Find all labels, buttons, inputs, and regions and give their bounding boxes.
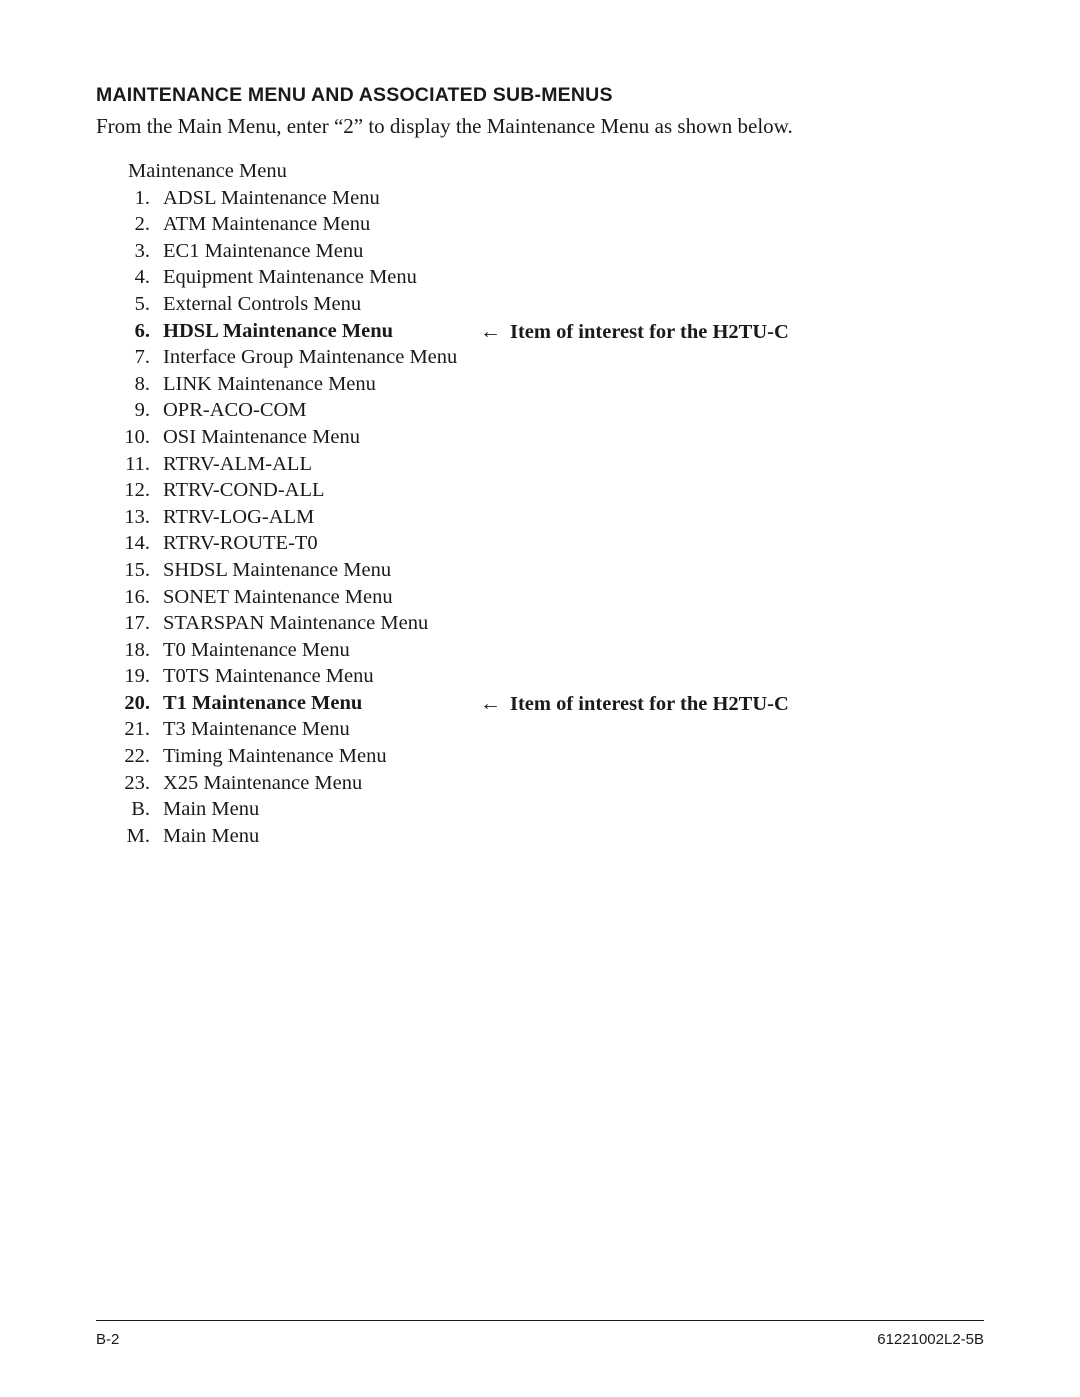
menu-item[interactable]: 20. T1 Maintenance Menu ← Item of interest … [0, 690, 1080, 717]
menu-item[interactable]: 17. STARSPAN Maintenance Menu [0, 610, 1080, 637]
footer-document-number: 61221002L2-5B [877, 1331, 984, 1348]
footer-divider [96, 1320, 984, 1321]
menu-item-number: 12. [124, 479, 150, 502]
menu-item-label: External Controls Menu [163, 292, 362, 315]
menu-item-number: 4. [134, 266, 150, 289]
menu-item-label: Interface Group Maintenance Menu [163, 346, 458, 369]
menu-item-label: EC1 Maintenance Menu [163, 239, 364, 262]
menu-item-label: T3 Maintenance Menu [163, 718, 350, 741]
menu-item-number: B. [131, 798, 150, 821]
intro-paragraph: From the Main Menu, enter “2” to display… [96, 114, 793, 138]
menu-item-label: OSI Maintenance Menu [163, 425, 360, 448]
menu-item-annotation-text: Item of interest for the H2TU-C [510, 320, 789, 343]
menu-item-number: 22. [124, 745, 150, 768]
menu-item[interactable]: 12. RTRV-COND-ALL [0, 477, 1080, 504]
menu-item-label: T1 Maintenance Menu [163, 691, 363, 714]
menu-item-number: 3. [134, 239, 150, 262]
menu-item-label: ADSL Maintenance Menu [163, 186, 380, 209]
menu-item[interactable]: 22. Timing Maintenance Menu [0, 743, 1080, 770]
menu-item-number: 11. [125, 452, 150, 475]
menu-item-number: 7. [134, 346, 150, 369]
menu-item-number: 14. [124, 532, 150, 555]
menu-item-label: SHDSL Maintenance Menu [163, 558, 392, 581]
menu-item-label: STARSPAN Maintenance Menu [163, 612, 429, 635]
menu-item[interactable]: 5. External Controls Menu [0, 291, 1080, 318]
menu-item-label: Main Menu [163, 824, 260, 847]
menu-item-number: 23. [124, 771, 150, 794]
menu-item-label: ATM Maintenance Menu [163, 213, 371, 236]
menu-item[interactable]: 9. OPR-ACO-COM [0, 397, 1080, 424]
menu-item-annotation: ← Item of interest for the H2TU-C [480, 318, 789, 346]
menu-item[interactable]: 18. T0 Maintenance Menu [0, 637, 1080, 664]
footer-page-number: B-2 [96, 1331, 120, 1348]
menu-item-number: 9. [134, 399, 150, 422]
menu-item-label: LINK Maintenance Menu [163, 372, 376, 395]
menu-item[interactable]: 16. SONET Maintenance Menu [0, 584, 1080, 611]
menu-item-number: M. [126, 824, 150, 847]
menu-item-number: 21. [124, 718, 150, 741]
menu-item-number: 5. [134, 292, 150, 315]
left-arrow-icon: ← [480, 318, 501, 343]
maintenance-menu-list: 1. ADSL Maintenance Menu 2. ATM Maintenance… [0, 185, 1080, 850]
menu-item[interactable]: 19. T0TS Maintenance Menu [0, 663, 1080, 690]
menu-item[interactable]: 1. ADSL Maintenance Menu [0, 185, 1080, 212]
menu-item[interactable]: 3. EC1 Maintenance Menu [0, 238, 1080, 265]
menu-item-label: OPR-ACO-COM [163, 399, 307, 422]
menu-item-annotation-text: Item of interest for the H2TU-C [510, 692, 789, 715]
menu-item-label: X25 Maintenance Menu [163, 771, 363, 794]
menu-item-number: 8. [134, 372, 150, 395]
menu-item-number: 16. [124, 585, 150, 608]
menu-item-number: 18. [124, 638, 150, 661]
menu-item-label: Timing Maintenance Menu [163, 745, 387, 768]
menu-item-label: SONET Maintenance Menu [163, 585, 393, 608]
page-title: MAINTENANCE MENU AND ASSOCIATED SUB-MENU… [96, 84, 613, 106]
menu-item-label: Equipment Maintenance Menu [163, 266, 417, 289]
menu-item-number: 19. [124, 665, 150, 688]
menu-item[interactable]: 7. Interface Group Maintenance Menu [0, 344, 1080, 371]
menu-item-number: 15. [124, 558, 150, 581]
menu-item[interactable]: 4. Equipment Maintenance Menu [0, 264, 1080, 291]
menu-item-label: RTRV-COND-ALL [163, 479, 325, 502]
menu-item[interactable]: 8. LINK Maintenance Menu [0, 371, 1080, 398]
menu-item-label: RTRV-ALM-ALL [163, 452, 312, 475]
menu-item[interactable]: 10. OSI Maintenance Menu [0, 424, 1080, 451]
maintenance-menu-block: Maintenance Menu 1. ADSL Maintenance Menu… [0, 158, 1080, 849]
menu-item-number: 10. [124, 425, 150, 448]
menu-item[interactable]: 23. X25 Maintenance Menu [0, 770, 1080, 797]
menu-item-number: 2. [134, 213, 150, 236]
menu-item-label: T0TS Maintenance Menu [163, 665, 374, 688]
menu-item[interactable]: 2. ATM Maintenance Menu [0, 211, 1080, 238]
menu-item[interactable]: M. Main Menu [0, 823, 1080, 850]
menu-item-annotation: ← Item of interest for the H2TU-C [480, 690, 789, 718]
left-arrow-icon: ← [480, 690, 501, 715]
document-page: MAINTENANCE MENU AND ASSOCIATED SUB-MENU… [0, 0, 1080, 1397]
menu-item[interactable]: 14. RTRV-ROUTE-T0 [0, 530, 1080, 557]
menu-item-label: RTRV-LOG-ALM [163, 505, 315, 528]
menu-item[interactable]: B. Main Menu [0, 796, 1080, 823]
menu-item[interactable]: 13. RTRV-LOG-ALM [0, 504, 1080, 531]
menu-item[interactable]: 6. HDSL Maintenance Menu ← Item of interest… [0, 318, 1080, 345]
menu-item-label: RTRV-ROUTE-T0 [163, 532, 318, 555]
menu-item-number: 17. [124, 612, 150, 635]
menu-item-label: T0 Maintenance Menu [163, 638, 350, 661]
menu-item-label: HDSL Maintenance Menu [163, 319, 394, 342]
menu-item-number: 6. [134, 319, 150, 342]
menu-item[interactable]: 15. SHDSL Maintenance Menu [0, 557, 1080, 584]
menu-item-number: 13. [124, 505, 150, 528]
menu-item[interactable]: 11. RTRV-ALM-ALL [0, 451, 1080, 478]
menu-item[interactable]: 21. T3 Maintenance Menu [0, 716, 1080, 743]
menu-heading: Maintenance Menu [128, 160, 287, 182]
menu-item-number: 1. [134, 186, 150, 209]
menu-item-number: 20. [124, 691, 150, 714]
menu-item-label: Main Menu [163, 798, 260, 821]
